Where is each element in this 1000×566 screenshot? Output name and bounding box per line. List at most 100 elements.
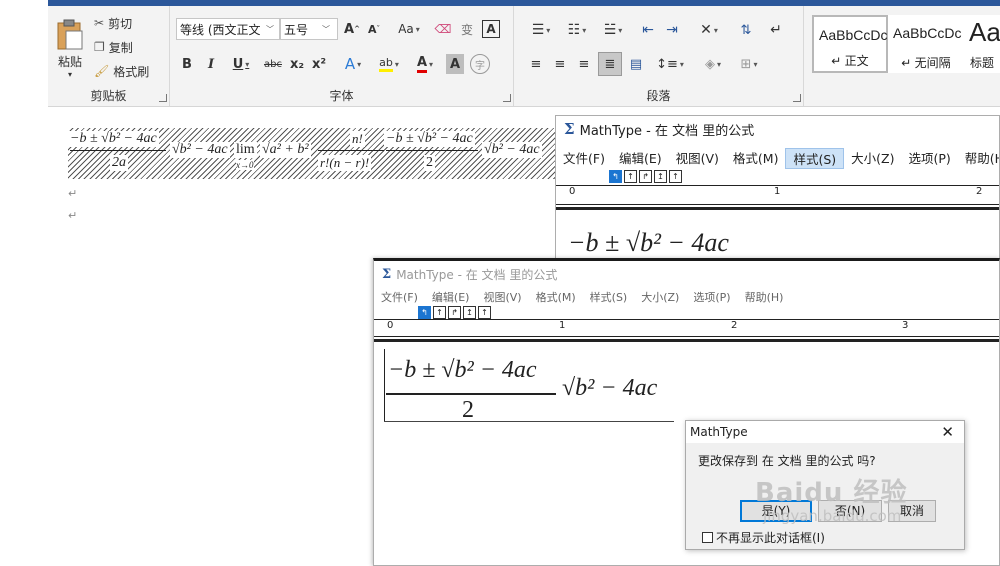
style-no-spacing[interactable]: AaBbCcDc ↵ 无间隔 — [888, 15, 964, 73]
line-spacing-button[interactable]: ↕≡ ▾ — [654, 54, 686, 74]
increase-indent-button[interactable]: ⇥ — [662, 20, 682, 40]
clear-format-button[interactable]: ⌫ — [434, 20, 452, 38]
align-left-button[interactable]: ≡ — [526, 54, 546, 74]
dialog-titlebar[interactable]: MathType ✕ — [686, 421, 964, 443]
menu-style[interactable]: 样式(S) — [583, 289, 635, 305]
font-name-select[interactable]: 等线 (西文正文 ﹀ — [176, 18, 280, 40]
dialog-launcher-icon[interactable]: . — [159, 94, 167, 102]
copy-button[interactable]: ❐ 复制 — [94, 38, 133, 56]
format-painter-button[interactable]: 🖌 格式刷 — [94, 62, 149, 80]
menu-file[interactable]: 文件(F) — [556, 148, 612, 169]
tab-right-icon[interactable]: ↱ — [448, 306, 461, 319]
tab-left-icon[interactable]: ↰ — [609, 170, 622, 183]
underline-button[interactable]: U ▾ — [226, 54, 256, 74]
paste-dropdown-icon[interactable]: ▾ — [68, 70, 72, 79]
formula-quadratic2-den: 2 — [424, 155, 435, 171]
menu-edit[interactable]: 编辑(E) — [612, 148, 669, 169]
formula-sqrt: √b² − 4ac — [170, 142, 230, 158]
tab-relation-icon[interactable]: ↑ — [478, 306, 491, 319]
align-center-button[interactable]: ≡ — [550, 54, 570, 74]
menu-size[interactable]: 大小(Z) — [844, 148, 901, 169]
align-right-button[interactable]: ≡ — [574, 54, 594, 74]
menu-format[interactable]: 格式(M) — [726, 148, 786, 169]
italic-button[interactable]: I — [202, 54, 220, 74]
enclose-characters-button[interactable]: 字 — [470, 54, 490, 74]
phonetic-guide-button[interactable]: 变 — [458, 20, 476, 38]
menu-style[interactable]: 样式(S) — [785, 148, 845, 169]
text-effects-button[interactable]: A ▾ — [338, 54, 368, 74]
menu-size[interactable]: 大小(Z) — [634, 289, 686, 305]
superscript-button[interactable]: x² — [310, 54, 328, 74]
bullets-button[interactable]: ☰ ▾ — [526, 20, 556, 40]
chinese-layout-button[interactable]: ✕ ▾ — [694, 20, 724, 40]
menu-edit[interactable]: 编辑(E) — [425, 289, 477, 305]
selected-formula-line[interactable]: −b ± √b² − 4ac 2a √b² − 4ac lim x→0 √a² … — [68, 128, 556, 179]
ruler[interactable]: 0 1 2 3 — [374, 319, 999, 337]
equation-denominator[interactable]: 2 — [462, 397, 474, 424]
shrink-font-button[interactable]: Aˇ — [366, 20, 382, 38]
menu-preferences[interactable]: 选项(P) — [902, 148, 958, 169]
shading-button[interactable]: ◈ ▾ — [698, 54, 728, 74]
close-icon[interactable]: ✕ — [941, 423, 954, 441]
change-case-button[interactable]: Aa ▾ — [394, 20, 424, 38]
font-color-button[interactable]: A ▾ — [410, 54, 440, 74]
grow-font-button[interactable]: A ^ — [344, 20, 360, 38]
paragraph-group: ☰ ▾ ☷ ▾ ☱ ▾ ⇤ ⇥ ✕ ▾ ⇅ ↵ ≡ ≡ ≡ ≣ ▤ ↕≡ ▾ ◈ ▾ ⊞ ▾ … — [514, 6, 804, 106]
character-shading-button[interactable]: A — [446, 54, 464, 74]
borders-icon: ⊞ — [740, 56, 752, 72]
style-heading[interactable]: Aa 标题 — [964, 15, 1000, 73]
formula-quadratic2-num: −b ± √b² − 4ac — [384, 131, 475, 147]
paste-button[interactable]: 粘贴 ▾ — [52, 12, 88, 86]
numbering-button[interactable]: ☷ ▾ — [562, 20, 592, 40]
style-normal[interactable]: AaBbCcDc ↵ 正文 — [812, 15, 888, 73]
strikethrough-button[interactable]: abc — [262, 54, 284, 74]
justify-button[interactable]: ≣ — [598, 52, 622, 76]
menu-format[interactable]: 格式(M) — [529, 289, 583, 305]
distributed-button[interactable]: ▤ — [626, 54, 646, 74]
menu-help[interactable]: 帮助(H) — [738, 289, 791, 305]
tab-left-icon[interactable]: ↰ — [418, 306, 431, 319]
chevron-down-icon: ﹀ — [266, 24, 274, 34]
highlight-button[interactable]: ab ▾ — [374, 54, 404, 74]
menu-view[interactable]: 视图(V) — [669, 148, 726, 169]
tab-relation-icon[interactable]: ↑ — [669, 170, 682, 183]
menu-view[interactable]: 视图(V) — [476, 289, 528, 305]
tab-right-icon[interactable]: ↱ — [639, 170, 652, 183]
cancel-button[interactable]: 取消 — [888, 500, 936, 522]
character-border-button[interactable]: A — [482, 20, 500, 38]
tab-decimal-icon[interactable]: ↥ — [463, 306, 476, 319]
formula-lim: lim — [234, 142, 257, 158]
menu-file[interactable]: 文件(F) — [374, 289, 425, 305]
equation-numerator[interactable]: −b ± √b² − 4ac — [388, 357, 537, 384]
line-spacing-icon: ↕≡ — [656, 56, 678, 72]
yes-button[interactable]: 是(Y) — [740, 500, 812, 522]
decrease-indent-button[interactable]: ⇤ — [638, 20, 658, 40]
ruler-mark: 0 — [387, 320, 394, 331]
bold-button[interactable]: B — [178, 54, 196, 74]
ruler[interactable]: 0 1 2 — [556, 185, 999, 205]
show-marks-button[interactable]: ↵ — [766, 20, 786, 40]
distributed-icon: ▤ — [629, 56, 643, 72]
borders-button[interactable]: ⊞ ▾ — [734, 54, 764, 74]
cut-button[interactable]: ✂ 剪切 — [94, 14, 132, 32]
multilevel-list-button[interactable]: ☱ ▾ — [598, 20, 628, 40]
font-size-select[interactable]: 五号 ﹀ — [280, 18, 338, 40]
dialog-launcher-icon[interactable]: . — [793, 94, 801, 102]
sort-button[interactable]: ⇅ — [736, 20, 756, 40]
mathtype-titlebar[interactable]: Σ MathType - 在 文档 里的公式 — [556, 116, 999, 142]
dialog-title: MathType — [690, 425, 748, 439]
checkbox-icon[interactable] — [702, 532, 713, 543]
subscript-button[interactable]: x₂ — [288, 54, 306, 74]
menu-help[interactable]: 帮助(H) — [958, 148, 999, 169]
mathtype-titlebar[interactable]: Σ MathType - 在 文档 里的公式 — [374, 261, 999, 287]
tab-center-icon[interactable]: ↑ — [624, 170, 637, 183]
equation-sqrt[interactable]: √b² − 4ac — [562, 375, 657, 402]
clipboard-group: 粘贴 ▾ ✂ 剪切 ❐ 复制 🖌 格式刷 剪贴板 . — [48, 6, 170, 106]
dont-show-again-checkbox[interactable]: 不再显示此对话框(I) — [702, 529, 825, 546]
dialog-launcher-icon[interactable]: . — [503, 94, 511, 102]
menu-preferences[interactable]: 选项(P) — [686, 289, 737, 305]
tab-decimal-icon[interactable]: ↥ — [654, 170, 667, 183]
equation-preview[interactable]: −b ± √b² − 4ac — [568, 228, 729, 258]
no-button[interactable]: 否(N) — [818, 500, 882, 522]
tab-center-icon[interactable]: ↑ — [433, 306, 446, 319]
